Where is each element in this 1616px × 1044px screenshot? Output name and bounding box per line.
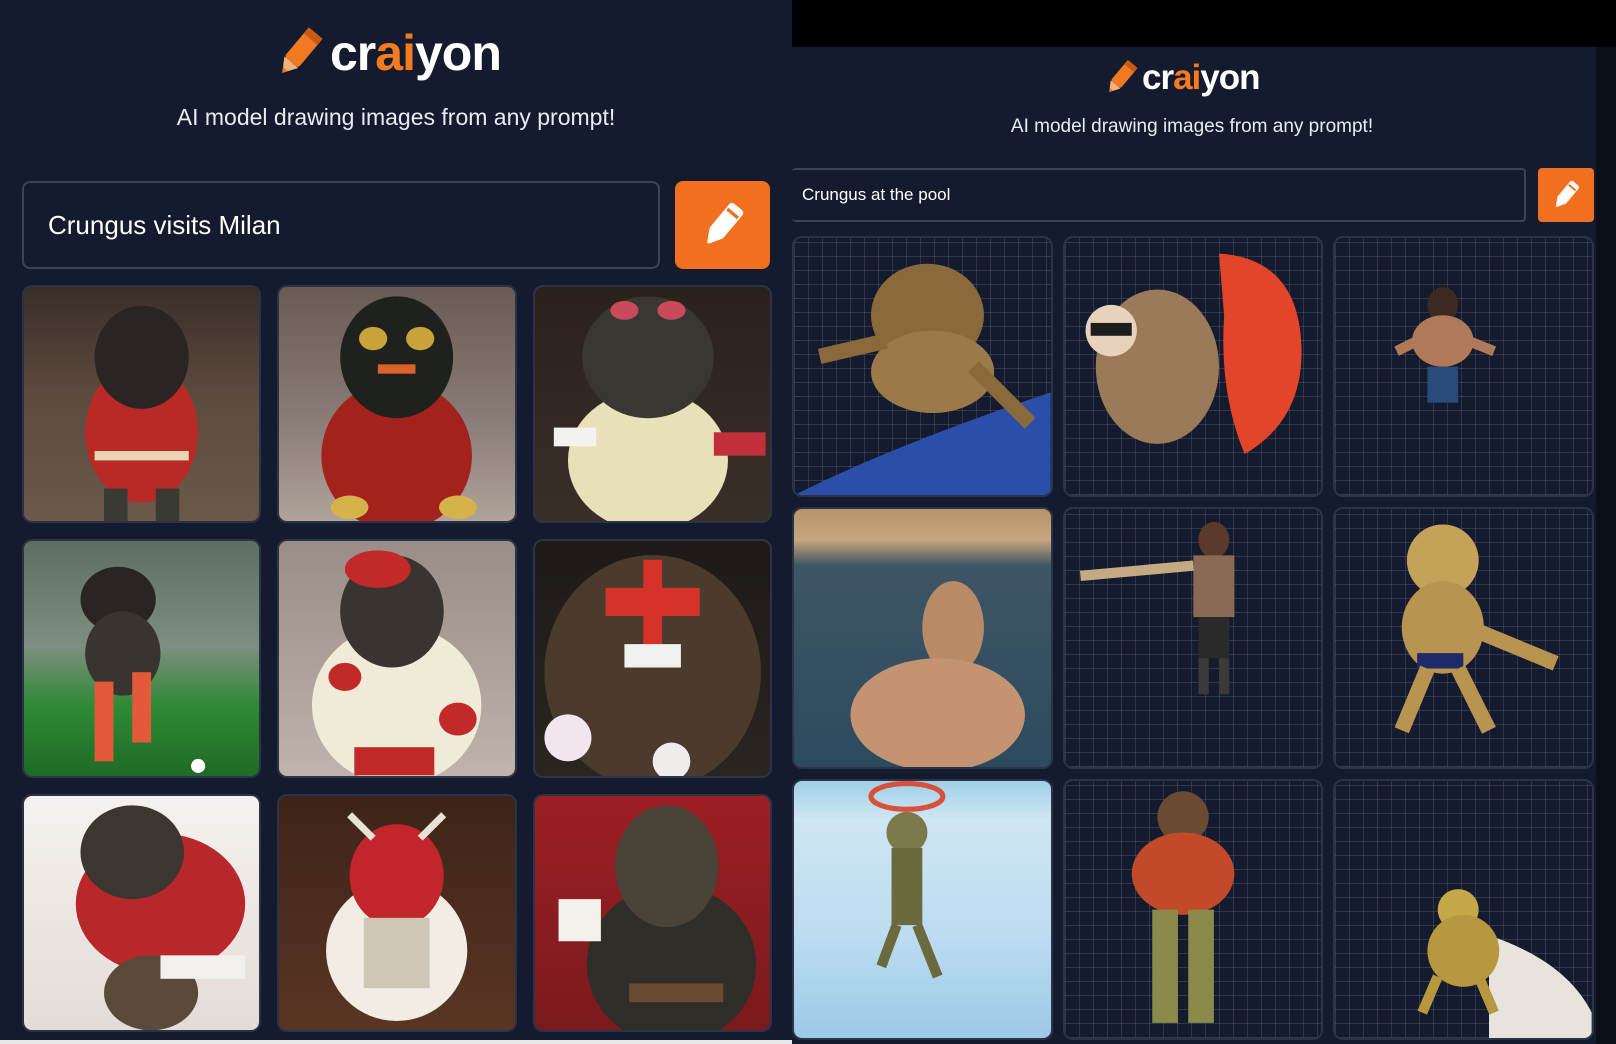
crungus-figure: [80, 567, 206, 774]
draw-button[interactable]: [675, 181, 770, 269]
generated-image[interactable]: [792, 236, 1053, 498]
right-gutter: [1596, 47, 1616, 1044]
crungus-figure: [794, 263, 1051, 496]
generated-image[interactable]: [532, 539, 772, 778]
prompt-input[interactable]: [792, 168, 1526, 222]
divider-line: [0, 1040, 792, 1044]
craiyon-panel-right: craiyon AI model drawing images from any…: [792, 0, 1616, 1044]
crungus-figure: [558, 805, 756, 1030]
generated-image[interactable]: [1333, 778, 1594, 1040]
image-grid: [22, 285, 772, 1032]
crungus-figure: [868, 780, 946, 979]
craiyon-logo[interactable]: craiyon: [272, 24, 502, 82]
crungus-figure: [553, 296, 766, 522]
pencil-icon: [1555, 180, 1579, 207]
generated-image[interactable]: [277, 793, 517, 1032]
crungus-figure: [1394, 524, 1559, 735]
crungus-figure: [326, 811, 468, 1021]
crungus-figure: [850, 581, 1025, 767]
generated-image[interactable]: [532, 793, 772, 1032]
generated-image[interactable]: [1333, 236, 1594, 498]
tagline: AI model drawing images from any prompt!: [1010, 116, 1374, 137]
generated-image[interactable]: [792, 778, 1053, 1040]
generated-image[interactable]: [22, 793, 262, 1032]
craiyon-wordmark: craiyon: [330, 25, 502, 81]
craiyon-wordmark: craiyon: [1142, 58, 1261, 97]
prompt-input[interactable]: [22, 181, 660, 269]
crungus-figure: [1079, 522, 1235, 695]
craiyon-panel-left: craiyon AI model drawing images from any…: [0, 0, 792, 1044]
generated-image[interactable]: [1062, 236, 1324, 498]
pencil-logo-icon: [1109, 59, 1138, 93]
crungus-figure: [1131, 790, 1235, 1023]
image-grid: [792, 236, 1594, 1040]
generated-image[interactable]: [22, 539, 262, 778]
generated-image[interactable]: [1062, 778, 1324, 1040]
crungus-figure: [75, 805, 246, 1030]
generated-image[interactable]: [1333, 507, 1594, 769]
crungus-figure: [312, 550, 482, 776]
pencil-icon: [706, 202, 743, 244]
generated-image[interactable]: [22, 285, 262, 524]
crungus-figure: [544, 555, 761, 776]
crungus-figure: [1394, 286, 1497, 403]
craiyon-logo[interactable]: craiyon: [1102, 58, 1261, 98]
tagline: AI model drawing images from any prompt!: [176, 104, 616, 130]
generated-image[interactable]: [277, 285, 517, 524]
generated-image[interactable]: [792, 507, 1053, 769]
draw-button[interactable]: [1538, 168, 1594, 222]
generated-image[interactable]: [1062, 507, 1324, 769]
pencil-logo-icon: [282, 27, 323, 73]
generated-image[interactable]: [277, 539, 517, 778]
crungus-figure: [1085, 253, 1302, 455]
crungus-figure: [85, 305, 199, 522]
crungus-figure: [1417, 888, 1592, 1038]
crungus-figure: [321, 296, 478, 522]
generated-image[interactable]: [532, 285, 772, 524]
top-black-bar: [792, 0, 1616, 47]
